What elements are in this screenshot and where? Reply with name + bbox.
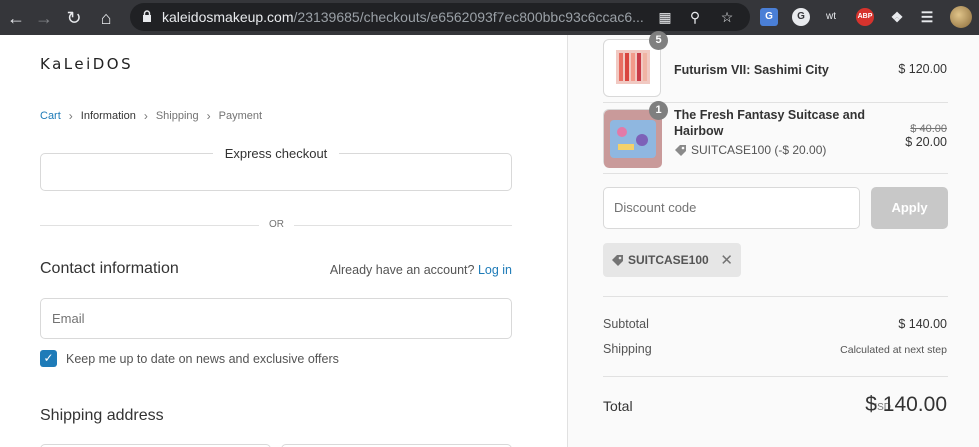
reload-icon[interactable]: ↻ — [62, 6, 86, 30]
chevron-right-icon: › — [143, 109, 148, 123]
apply-button[interactable]: Apply — [871, 187, 948, 229]
discount-code-input[interactable]: Discount code — [603, 187, 860, 229]
profile-avatar[interactable] — [950, 6, 972, 28]
divider — [603, 376, 948, 377]
total-label: Total — [603, 398, 633, 414]
contact-heading: Contact information — [40, 260, 179, 277]
item-discount: SUITCASE100 (-$ 20.00) — [674, 143, 826, 157]
store-logo[interactable]: KaLeiDOS — [40, 55, 133, 73]
express-checkout-box: Express checkout — [40, 146, 512, 191]
newsletter-option[interactable]: ✓ Keep me up to date on news and exclusi… — [40, 350, 339, 367]
translate-extension-icon[interactable]: G — [760, 8, 778, 26]
translate-icon[interactable]: ▦ — [656, 8, 674, 26]
subtotal-value: $ 140.00 — [898, 317, 947, 331]
account-prompt: Already have an account? Log in — [329, 263, 512, 277]
extensions-puzzle-icon[interactable]: ❖ — [888, 8, 906, 26]
breadcrumb-information: Information — [80, 110, 136, 122]
product-thumbnail: 1 — [603, 101, 668, 168]
checkout-main: KaLeiDOS Cart › Information › Shipping ›… — [0, 35, 567, 447]
login-link[interactable]: Log in — [478, 263, 512, 277]
breadcrumb: Cart › Information › Shipping › Payment — [40, 109, 262, 123]
home-icon[interactable]: ⌂ — [94, 6, 118, 30]
address-bar[interactable]: kaleidosmakeup.com/23139685/checkouts/e6… — [130, 3, 750, 31]
subtotal-label: Subtotal — [603, 317, 649, 331]
divider — [603, 296, 948, 297]
product-thumbnail: 5 — [603, 31, 668, 97]
quantity-badge: 5 — [649, 31, 668, 50]
express-checkout-label: Express checkout — [212, 146, 340, 161]
item-name: The Fresh Fantasy Suitcase and Hairbow — [674, 108, 866, 138]
shipping-address-heading: Shipping address — [40, 407, 164, 424]
tag-icon — [675, 144, 686, 156]
item-price: $ 120.00 — [898, 62, 947, 76]
back-icon[interactable]: ← — [4, 6, 28, 30]
breadcrumb-payment: Payment — [218, 110, 263, 122]
item-price: $ 20.00 — [905, 135, 947, 149]
newsletter-label: Keep me up to date on news and exclusive… — [66, 351, 339, 366]
shipping-label: Shipping — [603, 342, 652, 356]
lock-icon — [143, 10, 151, 22]
original-price: $ 40.00 — [910, 123, 947, 135]
chevron-right-icon: › — [206, 109, 211, 123]
browser-toolbar: ← → ↻ ⌂ kaleidosmakeup.com/23139685/chec… — [0, 0, 979, 35]
item-name: Futurism VII: Sashimi City — [674, 63, 829, 77]
forward-icon[interactable]: → — [32, 6, 56, 30]
breadcrumb-shipping: Shipping — [155, 110, 199, 122]
bookmark-star-icon[interactable]: ☆ — [718, 8, 736, 26]
or-divider-text: OR — [259, 219, 294, 230]
chevron-right-icon: › — [68, 109, 73, 123]
total-value: $ 140.00 — [865, 393, 947, 416]
order-summary: 5 Futurism VII: Sashimi City $ 120.00 1 … — [567, 31, 979, 447]
media-control-icon[interactable]: ☰ — [918, 8, 936, 26]
shipping-value: Calculated at next step — [840, 344, 947, 356]
quantity-badge: 1 — [649, 101, 668, 120]
item-price-group: $ 40.00 $ 20.00 — [905, 123, 947, 149]
applied-code: SUITCASE100 — [628, 253, 709, 267]
zoom-icon[interactable]: ⚲ — [686, 8, 704, 26]
remove-discount-icon[interactable]: ✕ — [720, 251, 733, 269]
tag-icon — [612, 254, 623, 266]
url-text: kaleidosmakeup.com/23139685/checkouts/e6… — [162, 9, 644, 25]
breadcrumb-cart[interactable]: Cart — [40, 110, 61, 122]
applied-discount-chip: SUITCASE100 ✕ — [603, 243, 741, 277]
newsletter-checkbox[interactable]: ✓ — [40, 350, 57, 367]
grammarly-extension-icon[interactable]: G — [792, 8, 810, 26]
adblock-extension-icon[interactable]: ABP — [856, 8, 874, 26]
email-field[interactable]: Email — [40, 298, 512, 339]
wt-extension-icon[interactable]: wt — [822, 8, 840, 26]
divider — [603, 173, 948, 174]
